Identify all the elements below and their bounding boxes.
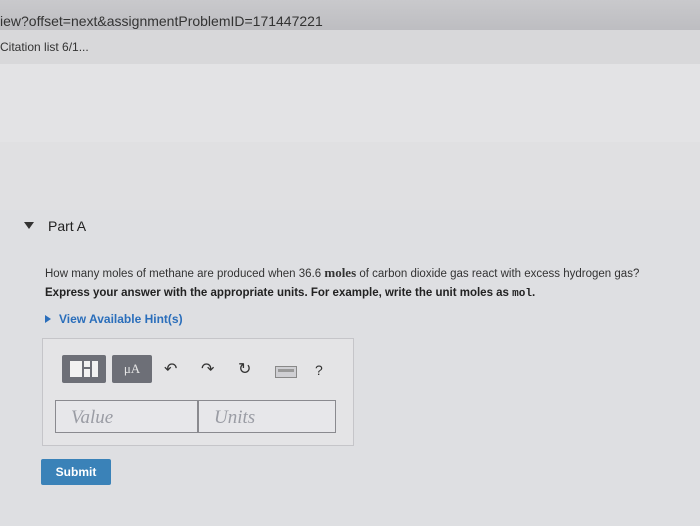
address-bar[interactable]: iew?offset=next&assignmentProblemID=1714… — [0, 0, 700, 30]
question-after: of carbon dioxide gas react with excess … — [356, 268, 640, 280]
url-text: iew?offset=next&assignmentProblemID=1714… — [0, 13, 323, 29]
template-icon — [70, 361, 98, 377]
redo-icon[interactable]: ↷ — [201, 362, 214, 378]
reset-icon[interactable]: ↻ — [238, 362, 251, 378]
question-text: How many moles of methane are produced w… — [45, 265, 639, 281]
question-bold: moles — [324, 265, 357, 280]
tab-strip: Citation list 6/1... — [0, 30, 700, 65]
collapse-toggle-icon[interactable] — [24, 222, 34, 229]
question-before: How many moles of methane are produced w… — [45, 268, 325, 280]
template-button[interactable] — [62, 355, 106, 383]
instruction-end: . — [531, 287, 536, 299]
hint-link-label: View Available Hint(s) — [59, 312, 183, 326]
units-input[interactable]: Units — [198, 400, 336, 433]
view-hints-link[interactable]: View Available Hint(s) — [45, 312, 183, 326]
instruction-main: Express your answer with the appropriate… — [45, 287, 513, 299]
tab-citation-list[interactable]: Citation list 6/1... — [0, 40, 89, 54]
submit-button[interactable]: Submit — [41, 459, 111, 485]
help-button[interactable]: ? — [315, 362, 323, 378]
instruction-code: mol — [512, 288, 532, 300]
instruction-text: Express your answer with the appropriate… — [45, 287, 535, 300]
value-input[interactable]: Value — [55, 400, 198, 433]
part-title: Part A — [48, 218, 87, 234]
page-header-band — [0, 64, 700, 143]
units-button[interactable]: μA — [112, 355, 152, 383]
expand-arrow-icon — [45, 315, 51, 323]
page-divider-band — [0, 142, 700, 210]
keyboard-icon[interactable] — [275, 366, 297, 382]
undo-icon[interactable]: ↶ — [164, 362, 177, 378]
